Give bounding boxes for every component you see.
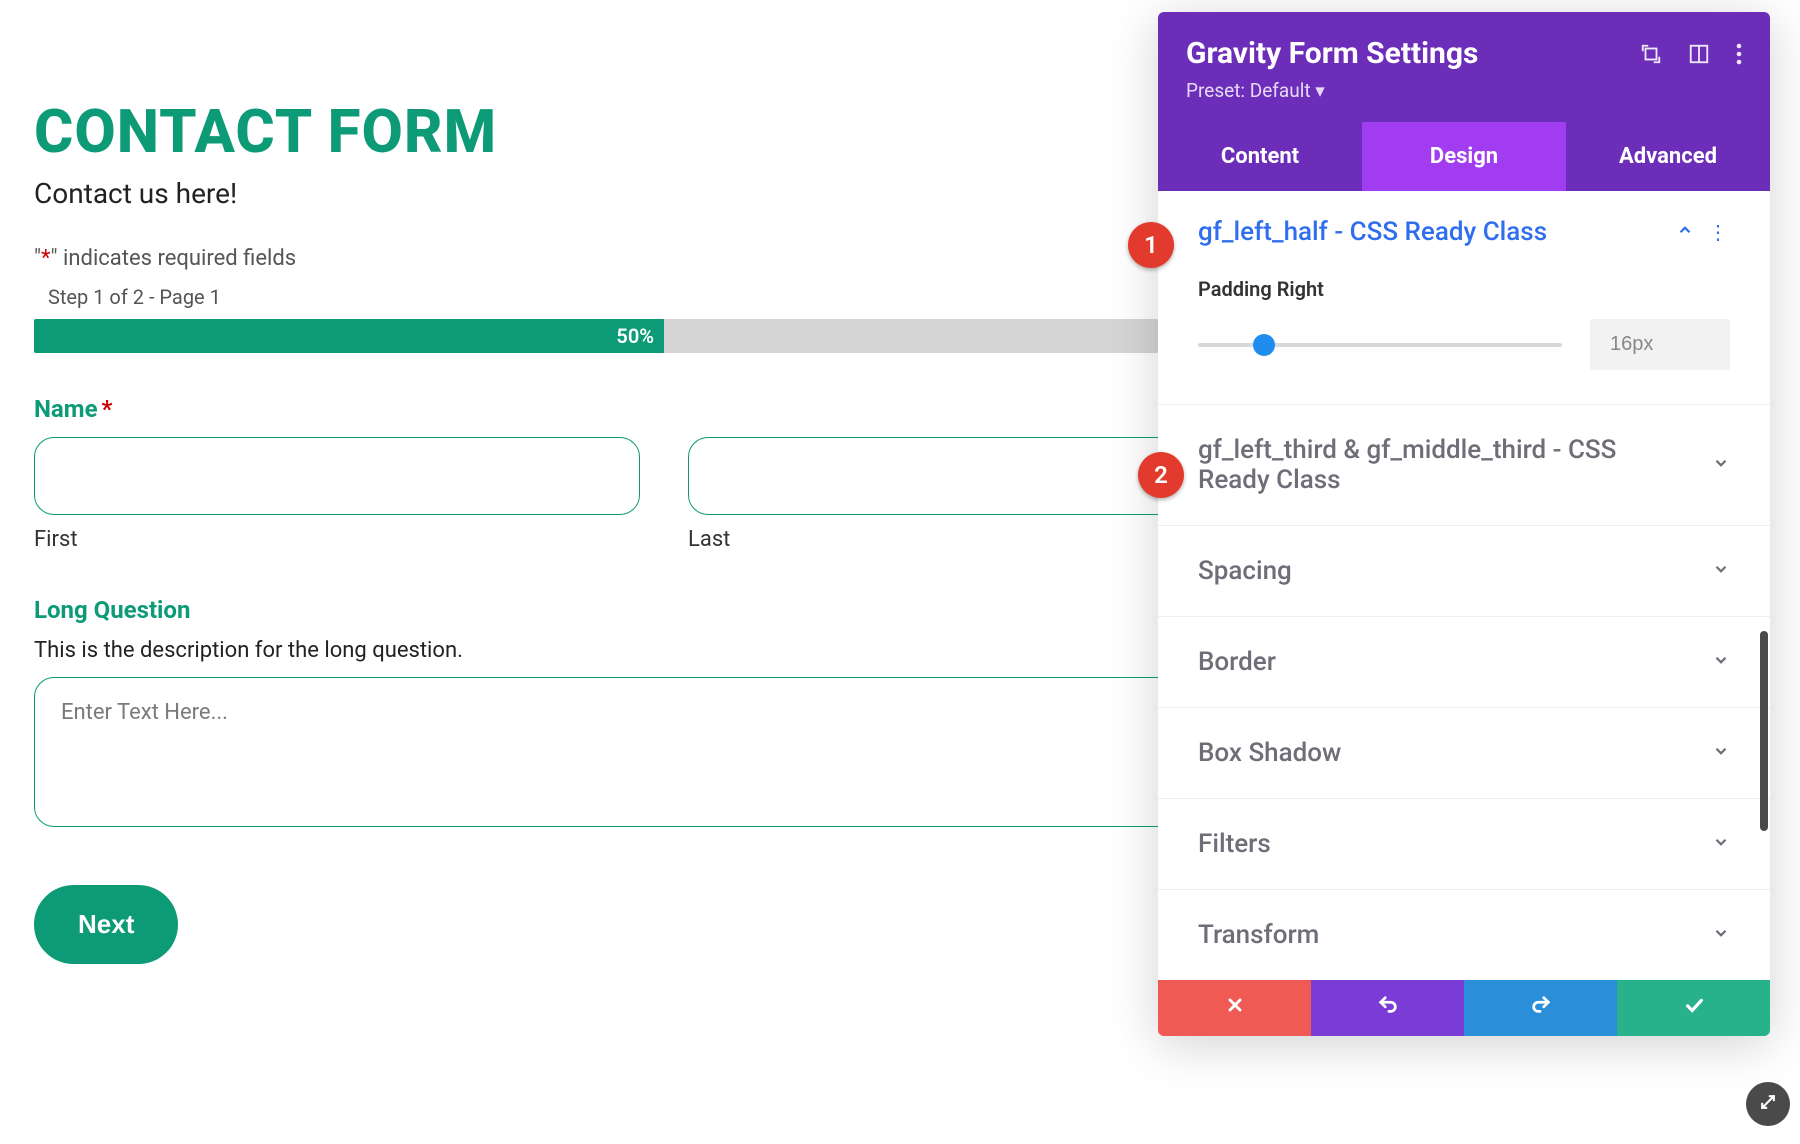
cancel-button[interactable] (1158, 980, 1311, 1036)
undo-button[interactable] (1311, 980, 1464, 1036)
settings-panel: Gravity Form Settings Preset: Default ▾ … (1158, 12, 1770, 1036)
panel-footer (1158, 980, 1770, 1036)
padding-right-slider[interactable] (1198, 343, 1562, 347)
save-button[interactable] (1617, 980, 1770, 1036)
panel-header: Gravity Form Settings Preset: Default ▾ (1158, 12, 1770, 122)
resize-fab[interactable] (1746, 1082, 1790, 1126)
chevron-up-icon (1676, 221, 1694, 243)
next-button[interactable]: Next (34, 885, 178, 964)
chevron-down-icon (1712, 924, 1730, 946)
section-gf-left-half[interactable]: gf_left_half - CSS Ready Class ⋮ (1158, 191, 1770, 277)
annotation-badge-1: 1 (1128, 222, 1174, 268)
redo-icon (1530, 994, 1552, 1022)
first-name-input[interactable] (34, 437, 640, 515)
long-question-textarea[interactable] (34, 677, 1294, 827)
form-subtitle: Contact us here! (34, 177, 1294, 210)
padding-right-control: Padding Right (1158, 277, 1770, 404)
required-fields-note: "*" indicates required fields (34, 246, 1294, 271)
long-question-description: This is the description for the long que… (34, 638, 1294, 663)
preset-dropdown[interactable]: Preset: Default ▾ (1186, 79, 1742, 102)
panel-body: gf_left_half - CSS Ready Class ⋮ Padding… (1158, 191, 1770, 980)
section-box-shadow[interactable]: Box Shadow (1158, 708, 1770, 798)
section-more-icon[interactable]: ⋮ (1708, 220, 1730, 244)
name-row: First Last (34, 437, 1294, 552)
chevron-down-icon (1712, 742, 1730, 764)
close-icon (1225, 995, 1245, 1021)
undo-icon (1377, 994, 1399, 1022)
expand-icon[interactable] (1640, 43, 1662, 65)
chevron-down-icon (1712, 560, 1730, 582)
section-spacing[interactable]: Spacing (1158, 526, 1770, 616)
panel-tabs: Content Design Advanced (1158, 122, 1770, 191)
check-icon (1683, 994, 1705, 1022)
contact-form: CONTACT FORM Contact us here! "*" indica… (34, 96, 1294, 964)
progress-fill: 50% (34, 319, 664, 353)
more-icon[interactable] (1736, 43, 1742, 65)
first-sublabel: First (34, 527, 640, 552)
annotation-badge-2: 2 (1138, 452, 1184, 498)
panel-title: Gravity Form Settings (1186, 36, 1478, 71)
chevron-down-icon (1712, 454, 1730, 476)
form-title: CONTACT FORM (34, 96, 1294, 167)
progress-bar: 50% (34, 319, 1294, 353)
section-border[interactable]: Border (1158, 617, 1770, 707)
resize-icon (1758, 1092, 1778, 1116)
name-label: Name* (34, 395, 1294, 423)
control-label: Padding Right (1198, 277, 1730, 301)
chevron-down-icon (1712, 833, 1730, 855)
first-name-col: First (34, 437, 640, 552)
columns-icon[interactable] (1688, 43, 1710, 65)
tab-advanced[interactable]: Advanced (1566, 122, 1770, 191)
slider-thumb[interactable] (1253, 334, 1275, 356)
section-gf-thirds[interactable]: gf_left_third & gf_middle_third - CSS Re… (1158, 405, 1770, 525)
padding-right-value[interactable] (1590, 319, 1730, 370)
section-transform[interactable]: Transform (1158, 890, 1770, 980)
section-filters[interactable]: Filters (1158, 799, 1770, 889)
tab-content[interactable]: Content (1158, 122, 1362, 191)
panel-scrollbar[interactable] (1760, 631, 1768, 831)
long-question-label: Long Question (34, 596, 1294, 624)
step-indicator: Step 1 of 2 - Page 1 (48, 285, 1294, 309)
redo-button[interactable] (1464, 980, 1617, 1036)
chevron-down-icon (1712, 651, 1730, 673)
tab-design[interactable]: Design (1362, 122, 1566, 191)
